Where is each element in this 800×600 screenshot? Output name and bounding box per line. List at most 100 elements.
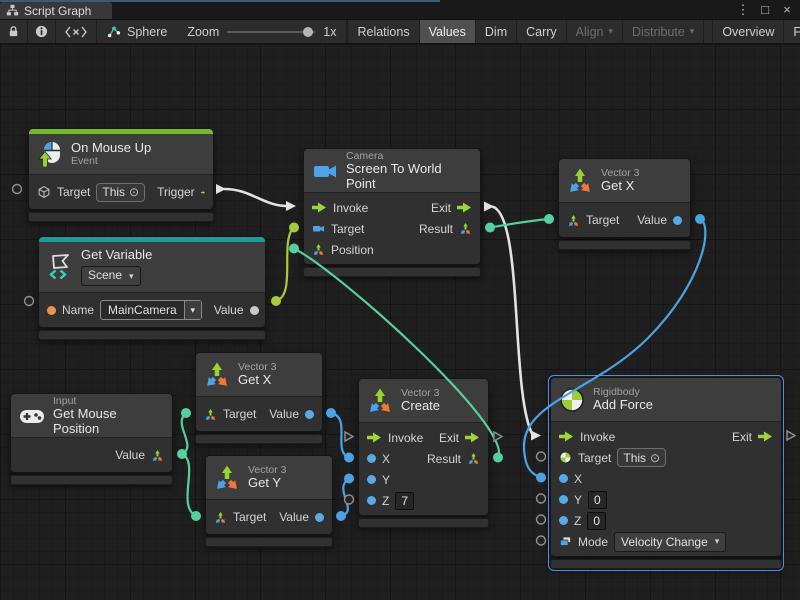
port-label-value: Value bbox=[269, 407, 299, 421]
rigidbody-icon bbox=[559, 387, 585, 413]
node-rigidbody-add-force[interactable]: Rigidbody Add Force Invoke Exit Target bbox=[550, 377, 782, 569]
target-self-chip[interactable]: This ⊙ bbox=[96, 183, 145, 202]
toolbar-button-values[interactable]: Values bbox=[420, 20, 476, 43]
float-port[interactable] bbox=[367, 496, 376, 505]
port-label-x: X bbox=[382, 452, 390, 466]
float-port[interactable] bbox=[367, 475, 376, 484]
info-icon bbox=[35, 25, 48, 38]
window-menu-button[interactable]: ⋮ bbox=[734, 1, 752, 18]
vector3-port-icon[interactable] bbox=[467, 452, 480, 465]
toolbar-button-overview[interactable]: Overview bbox=[713, 20, 784, 43]
z-value-field[interactable]: 0 bbox=[587, 512, 606, 530]
flow-port-icon[interactable] bbox=[758, 431, 773, 442]
port-label-z: Z bbox=[382, 494, 389, 508]
flow-port-icon[interactable] bbox=[312, 202, 327, 213]
float-port[interactable] bbox=[559, 474, 568, 483]
graph-reference[interactable]: Sphere bbox=[97, 20, 177, 43]
float-port[interactable] bbox=[559, 516, 568, 525]
vector3-port-icon[interactable] bbox=[151, 449, 164, 462]
flow-port-icon[interactable] bbox=[559, 431, 574, 442]
variable-name-dropdown[interactable]: MainCamera ▾ bbox=[100, 300, 202, 320]
port-label-x: X bbox=[574, 472, 582, 486]
toolbar-button-distribute[interactable]: Distribute▾ bbox=[623, 20, 704, 43]
flow-port-icon[interactable] bbox=[367, 432, 382, 443]
port-label-target: Target bbox=[57, 185, 90, 199]
flow-port-icon[interactable] bbox=[201, 187, 205, 198]
node-vector3-create[interactable]: Vector 3 Create Invoke Exit X Result bbox=[358, 378, 489, 528]
zoom-to-fit-button[interactable] bbox=[56, 20, 97, 43]
port-label-value: Value bbox=[214, 303, 244, 317]
float-port[interactable] bbox=[367, 454, 376, 463]
vector3-icon bbox=[367, 388, 393, 414]
chevron-down-icon: ▾ bbox=[690, 26, 695, 37]
port-label-invoke: Invoke bbox=[580, 430, 615, 444]
node-vector3-get-x-upper[interactable]: Vector 3 Get X Target Value bbox=[558, 158, 691, 250]
graph-name: Sphere bbox=[127, 25, 167, 39]
tab-bar: Script Graph ⋮ □ × bbox=[0, 0, 800, 20]
variable-scope-dropdown[interactable]: Scene ▾ bbox=[81, 266, 141, 286]
vector3-port-icon[interactable] bbox=[567, 214, 580, 227]
y-value-field[interactable]: 0 bbox=[588, 491, 607, 509]
force-mode-dropdown[interactable]: Velocity Change ▾ bbox=[614, 532, 726, 552]
port-label-invoke: Invoke bbox=[333, 201, 368, 215]
float-port[interactable] bbox=[315, 513, 324, 522]
window-close-button[interactable]: × bbox=[778, 1, 796, 18]
float-port[interactable] bbox=[559, 495, 568, 504]
toolbar-button-relations[interactable]: Relations bbox=[347, 20, 419, 43]
node-footer bbox=[303, 267, 481, 277]
vector3-icon bbox=[204, 362, 230, 388]
vector3-port-icon[interactable] bbox=[204, 408, 217, 421]
port-label-target: Target bbox=[223, 407, 256, 421]
node-title: Add Force bbox=[593, 398, 653, 413]
tab-script-graph[interactable]: Script Graph bbox=[0, 2, 112, 19]
lock-button[interactable] bbox=[0, 20, 28, 43]
unity-script-graph-window: Script Graph ⋮ □ × bbox=[0, 0, 800, 600]
toolbar-button-carry[interactable]: Carry bbox=[517, 20, 567, 43]
string-port[interactable] bbox=[47, 306, 56, 315]
lock-icon bbox=[7, 25, 20, 38]
target-self-chip[interactable]: This ⊙ bbox=[617, 448, 666, 467]
vector3-port-icon[interactable] bbox=[459, 222, 472, 235]
variable-icon bbox=[47, 254, 73, 280]
node-get-variable[interactable]: Get Variable Scene ▾ Name MainCamera ▾ bbox=[38, 236, 266, 340]
vector3-port-icon[interactable] bbox=[214, 511, 227, 524]
vector3-port-icon[interactable] bbox=[312, 243, 325, 256]
port-label-result: Result bbox=[419, 222, 453, 236]
port-label-target: Target bbox=[578, 451, 611, 465]
flow-port-icon[interactable] bbox=[465, 432, 480, 443]
window-maximize-button[interactable]: □ bbox=[756, 1, 774, 18]
gamepad-icon bbox=[19, 403, 45, 429]
toolbar-button-fullscreen[interactable]: Full Screen bbox=[784, 20, 800, 43]
port-label-invoke: Invoke bbox=[388, 431, 423, 445]
zoom-slider-thumb[interactable] bbox=[303, 27, 313, 37]
object-picker-icon: ⊙ bbox=[650, 451, 660, 465]
float-port[interactable] bbox=[673, 216, 682, 225]
chevron-down-icon: ▾ bbox=[608, 26, 613, 37]
info-button[interactable] bbox=[28, 20, 56, 43]
flow-port-icon[interactable] bbox=[457, 202, 472, 213]
z-value-field[interactable]: 7 bbox=[395, 492, 414, 510]
angle-x-icon bbox=[65, 26, 87, 38]
zoom-slider[interactable] bbox=[227, 31, 315, 33]
port-label-target: Target bbox=[586, 213, 619, 227]
node-screen-to-world-point[interactable]: Camera Screen To World Point Invoke Exit… bbox=[303, 148, 481, 277]
port-label-mode: Mode bbox=[578, 535, 608, 549]
camera-mini-icon[interactable] bbox=[312, 222, 325, 235]
node-title: Screen To World Point bbox=[346, 162, 470, 192]
toolbar-button-dim[interactable]: Dim bbox=[476, 20, 517, 43]
graph-asset-icon bbox=[107, 25, 121, 39]
rigidbody-mini-icon[interactable] bbox=[559, 451, 572, 464]
node-get-mouse-position[interactable]: Input Get Mouse Position Value bbox=[10, 393, 173, 485]
object-port[interactable] bbox=[250, 306, 259, 315]
node-footer bbox=[358, 518, 489, 528]
node-on-mouse-up[interactable]: On Mouse Up Event Target This ⊙ Trigger bbox=[28, 128, 214, 222]
node-title: Get X bbox=[601, 179, 640, 194]
node-vector3-get-y[interactable]: Vector 3 Get Y Target Value bbox=[205, 455, 333, 547]
float-port[interactable] bbox=[305, 410, 314, 419]
enum-mode-icon[interactable] bbox=[559, 535, 572, 548]
port-label-exit: Exit bbox=[431, 201, 451, 215]
toolbar-button-align[interactable]: Align▾ bbox=[567, 20, 623, 43]
zoom-label: Zoom bbox=[187, 25, 219, 39]
node-vector3-get-x-lower[interactable]: Vector 3 Get X Target Value bbox=[195, 352, 323, 444]
node-footer bbox=[38, 330, 266, 340]
